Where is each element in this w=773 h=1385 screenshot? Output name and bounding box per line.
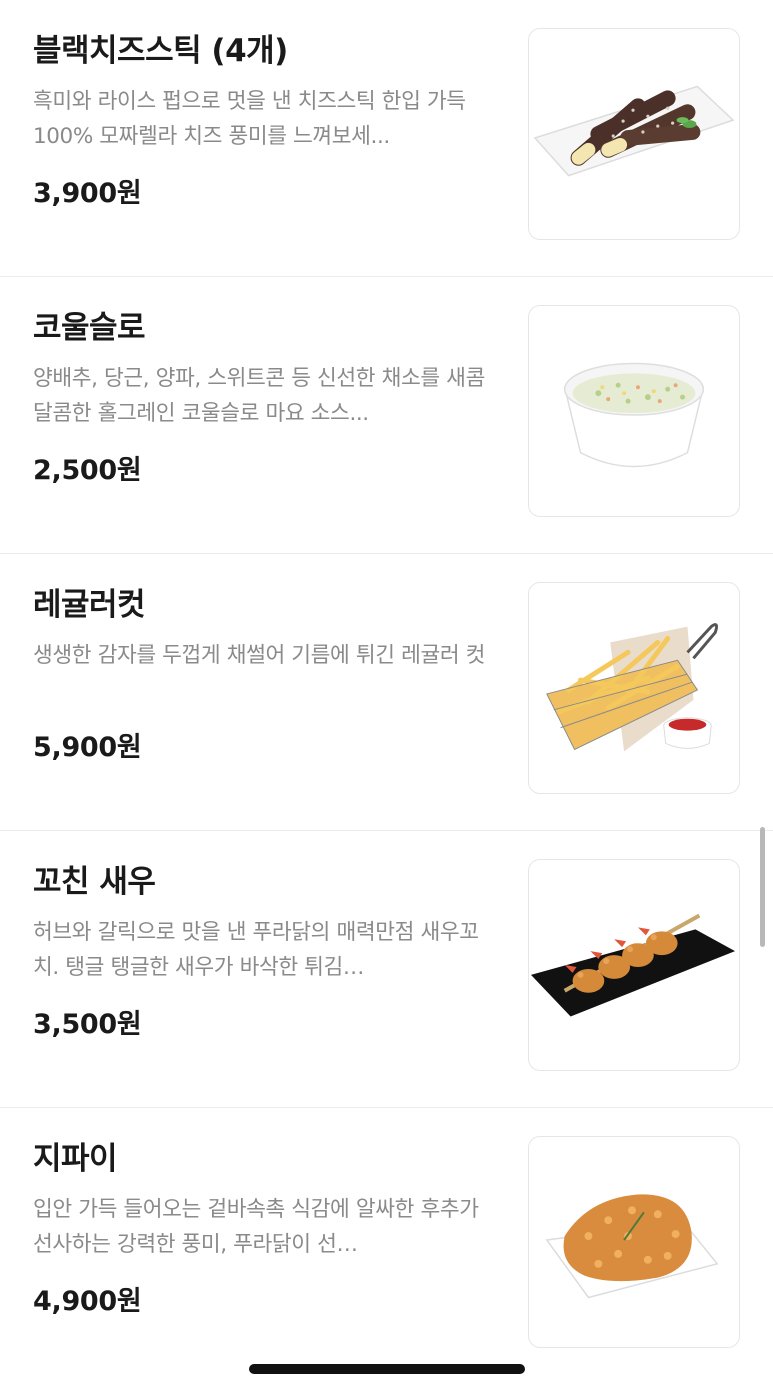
menu-item-text: 꼬친 새우 허브와 갈릭으로 맛을 낸 푸라닭의 매력만점 새우꼬치. 탱글 탱…: [33, 861, 503, 1043]
menu-item-price: 5,900원: [33, 732, 142, 763]
menu-item-image[interactable]: [528, 1136, 740, 1348]
menu-item-text: 지파이 입안 가득 들어오는 겉바속촉 식감에 알싸한 후추가 선사하는 강력한…: [33, 1138, 503, 1320]
chicken-pie-photo: [545, 1194, 719, 1299]
menu-item-description: 생생한 감자를 두껍게 채썰어 기름에 튀긴 레귤러 컷: [33, 643, 486, 668]
menu-item-black-cheese-stick[interactable]: 블랙치즈스틱 (4개) 흑미와 라이스 펍으로 멋을 낸 치즈스틱 한입 가득 …: [0, 0, 773, 277]
coleslaw-photo: [563, 362, 705, 468]
menu-item-image[interactable]: [528, 305, 740, 517]
menu-item-title: 지파이: [33, 1141, 118, 1177]
menu-item-price: 3,900원: [33, 178, 142, 209]
menu-item-text: 레귤러컷 생생한 감자를 두껍게 채썰어 기름에 튀긴 레귤러 컷 5,900원: [33, 584, 503, 766]
menu-item-coleslaw[interactable]: 코울슬로 양배추, 당근, 양파, 스위트콘 등 신선한 채소를 새콤달콤한 홀…: [0, 277, 773, 554]
home-indicator[interactable]: [249, 1364, 525, 1374]
menu-item-description: 흑미와 라이스 펍으로 멋을 낸 치즈스틱 한입 가득 100% 모짜렐라 치즈…: [33, 89, 466, 149]
menu-item-regular-cut[interactable]: 레귤러컷 생생한 감자를 두껍게 채썰어 기름에 튀긴 레귤러 컷 5,900원: [0, 554, 773, 831]
menu-item-chicken-pie[interactable]: 지파이 입안 가득 들어오는 겉바속촉 식감에 알싸한 후추가 선사하는 강력한…: [0, 1108, 773, 1385]
menu-item-image[interactable]: [528, 28, 740, 240]
menu-item-price: 3,500원: [33, 1009, 142, 1040]
menu-item-image[interactable]: [528, 859, 740, 1071]
menu-item-price: 4,900원: [33, 1286, 142, 1317]
menu-item-title: 코울슬로: [33, 310, 146, 346]
shrimp-skewer-photo: [530, 913, 736, 1017]
menu-item-description: 허브와 갈릭으로 맛을 낸 푸라닭의 매력만점 새우꼬치. 탱글 탱글한 새우가…: [33, 920, 479, 980]
menu-item-description: 양배추, 당근, 양파, 스위트콘 등 신선한 채소를 새콤달콤한 홀그레인 코…: [33, 366, 485, 426]
menu-item-title: 꼬친 새우: [33, 864, 156, 900]
menu-item-shrimp-skewer[interactable]: 꼬친 새우 허브와 갈릭으로 맛을 낸 푸라닭의 매력만점 새우꼬치. 탱글 탱…: [0, 831, 773, 1108]
menu-item-image[interactable]: [528, 582, 740, 794]
menu-item-text: 코울슬로 양배추, 당근, 양파, 스위트콘 등 신선한 채소를 새콤달콤한 홀…: [33, 307, 503, 489]
menu-list: 블랙치즈스틱 (4개) 흑미와 라이스 펍으로 멋을 낸 치즈스틱 한입 가득 …: [0, 0, 773, 1385]
menu-item-price: 2,500원: [33, 455, 142, 486]
menu-item-title: 블랙치즈스틱 (4개): [33, 33, 288, 69]
menu-item-description: 입안 가득 들어오는 겉바속촉 식감에 알싸한 후추가 선사하는 강력한 풍미,…: [33, 1197, 479, 1257]
menu-item-title: 레귤러컷: [33, 587, 146, 623]
black-cheese-stick-photo: [533, 85, 735, 177]
scrollbar[interactable]: [760, 827, 765, 947]
regular-cut-fries-photo: [546, 623, 719, 752]
menu-item-text: 블랙치즈스틱 (4개) 흑미와 라이스 펍으로 멋을 낸 치즈스틱 한입 가득 …: [33, 30, 503, 212]
